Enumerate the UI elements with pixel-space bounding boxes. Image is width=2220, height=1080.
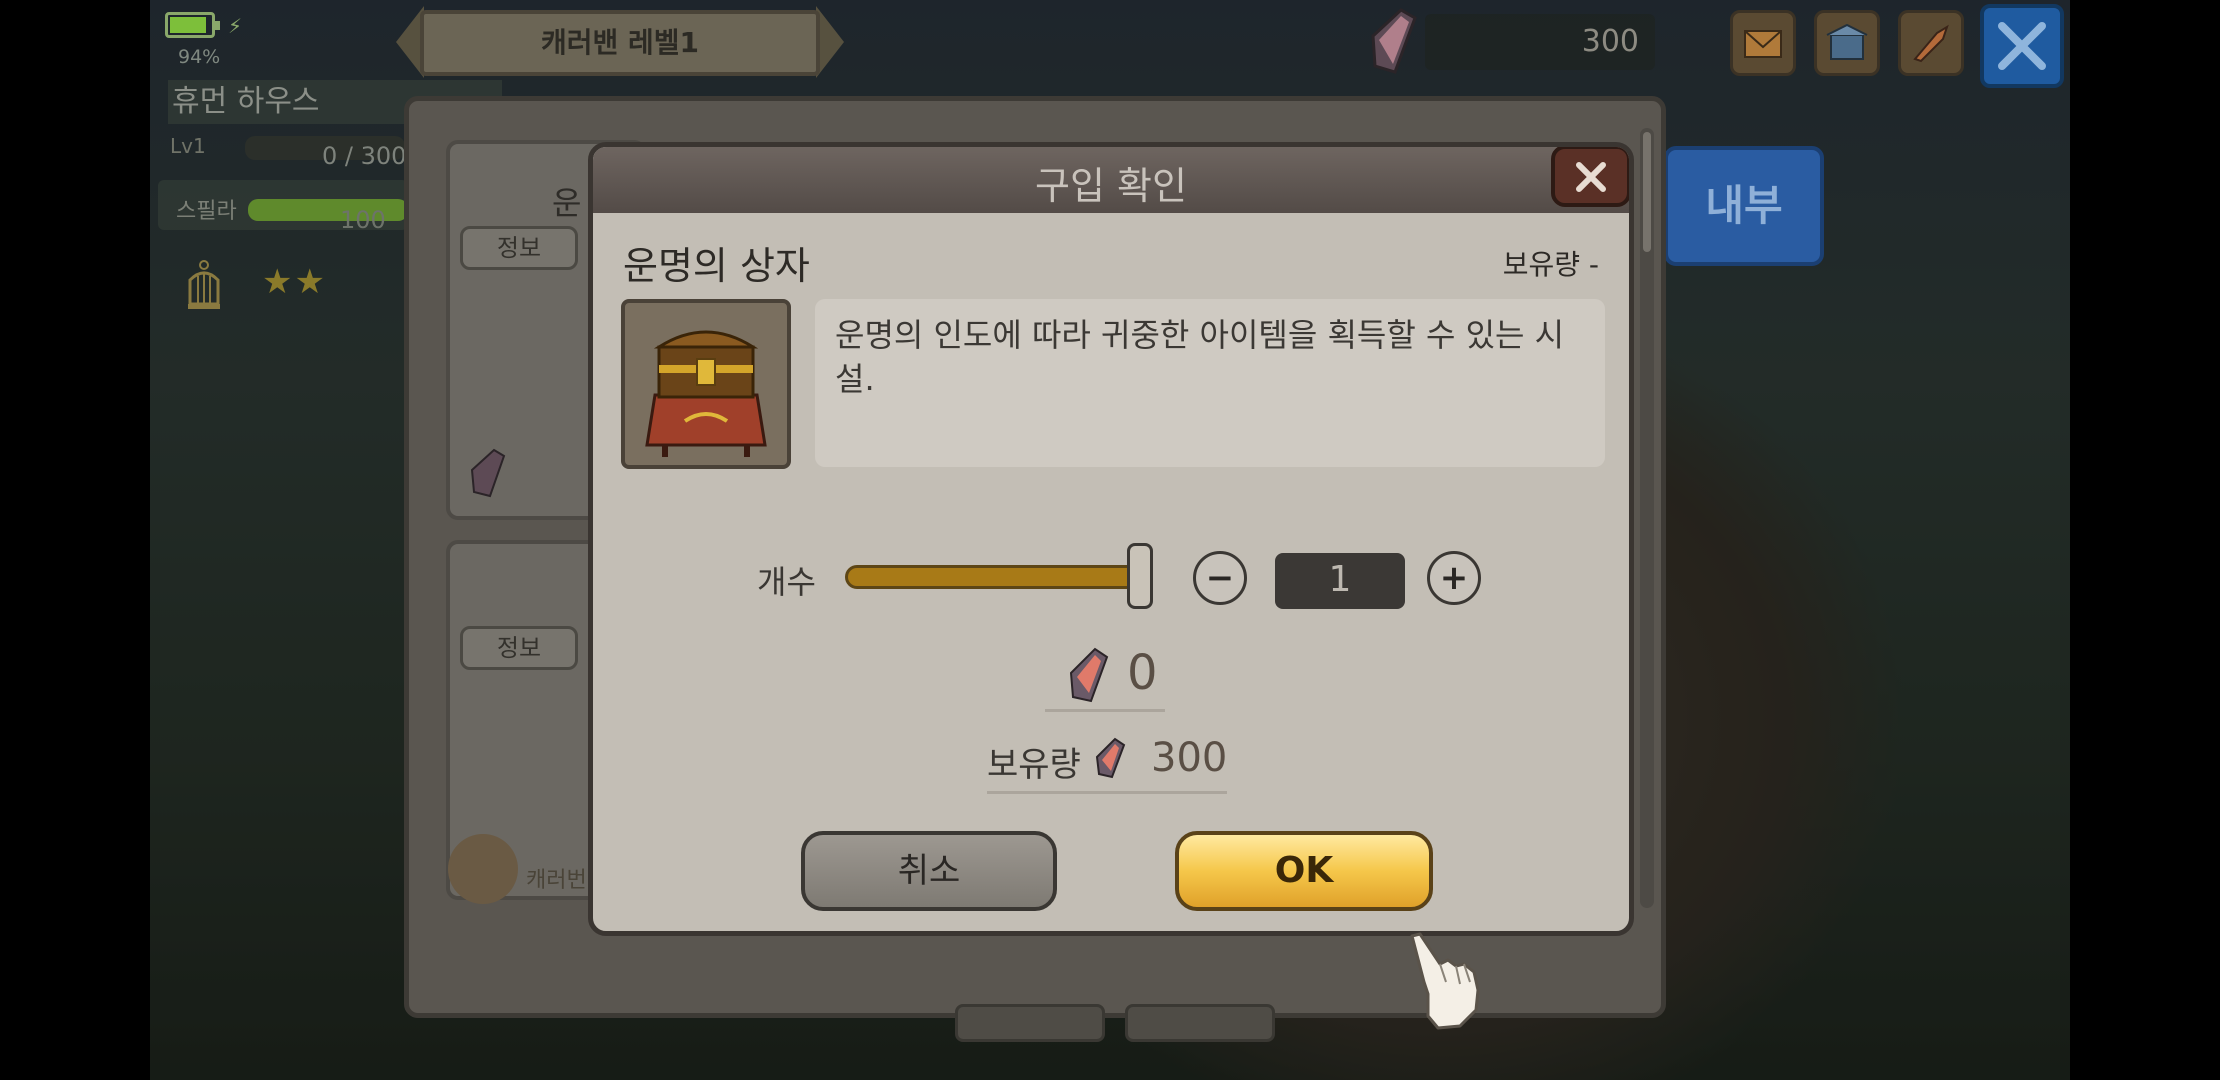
horn-button[interactable] bbox=[1898, 10, 1964, 76]
avatar bbox=[448, 834, 518, 904]
horn-icon bbox=[1913, 24, 1949, 63]
scrollbar[interactable] bbox=[1640, 128, 1654, 908]
stamina-value: 100 bbox=[340, 206, 386, 234]
purchase-confirm-dialog: 구입 확인 운명의 상자 보유량 - 운명의 인도에 따라 귀중한 아이템을 획… bbox=[588, 142, 1634, 936]
minus-icon: − bbox=[1205, 558, 1235, 598]
gem-icon bbox=[1371, 8, 1417, 74]
quantity-increase-button[interactable]: + bbox=[1427, 551, 1481, 605]
dialog-close-button[interactable] bbox=[1551, 147, 1629, 207]
quantity-slider[interactable] bbox=[845, 565, 1151, 589]
gem-icon bbox=[470, 448, 506, 498]
caravan-level-banner: 캐러밴 레벨1 bbox=[420, 10, 820, 76]
gem-icon bbox=[1095, 737, 1126, 779]
cancel-button[interactable]: 취소 bbox=[801, 831, 1057, 911]
owned-label: 보유량 bbox=[987, 745, 1081, 785]
battery-icon bbox=[165, 12, 220, 38]
level-progress: 0 / 300 bbox=[322, 142, 407, 170]
bottom-tab[interactable] bbox=[955, 1004, 1105, 1042]
star-rating: ★★ bbox=[262, 262, 327, 302]
quantity-slider-handle[interactable] bbox=[1127, 543, 1153, 609]
stamina-label: 스필라 bbox=[176, 199, 237, 224]
info-button[interactable]: 정보 bbox=[460, 226, 578, 270]
owned-value: 300 bbox=[1151, 735, 1228, 781]
level-label: Lv1 bbox=[170, 134, 206, 158]
close-screen-button[interactable] bbox=[1980, 4, 2064, 88]
close-icon bbox=[1998, 22, 2046, 70]
ok-button[interactable]: OK bbox=[1175, 831, 1433, 911]
close-icon bbox=[1576, 162, 1606, 192]
gem-icon bbox=[1069, 647, 1109, 703]
total-cost: 0 bbox=[1127, 645, 1158, 701]
owned-amount-top: 보유량 - bbox=[1502, 248, 1599, 281]
info-button[interactable]: 정보 bbox=[460, 626, 578, 670]
plus-icon: + bbox=[1439, 558, 1469, 598]
cage-icon bbox=[188, 260, 220, 309]
mail-icon bbox=[1744, 30, 1782, 58]
treasure-chest-icon bbox=[645, 330, 767, 457]
inner-view-button[interactable]: 내부 bbox=[1664, 146, 1824, 266]
bottom-tab[interactable] bbox=[1125, 1004, 1275, 1042]
item-image-frame bbox=[621, 299, 791, 469]
quantity-decrease-button[interactable]: − bbox=[1193, 551, 1247, 605]
bolt-icon: ⚡ bbox=[228, 14, 243, 38]
shop-card-caption: 캐러번 bbox=[526, 868, 587, 893]
divider bbox=[987, 791, 1227, 794]
battery-percent: 94% bbox=[178, 46, 221, 68]
shop-card-title: 운 bbox=[552, 184, 582, 222]
quantity-label: 개수 bbox=[757, 563, 816, 601]
item-description: 운명의 인도에 따라 귀중한 아이템을 획득할 수 있는 시설. bbox=[815, 299, 1605, 467]
currency-amount: 300 bbox=[1425, 14, 1655, 70]
pointer-hand-icon bbox=[1410, 932, 1480, 1030]
gift-box-button[interactable] bbox=[1814, 10, 1880, 76]
item-name: 운명의 상자 bbox=[623, 244, 810, 288]
box-icon bbox=[1826, 23, 1868, 60]
quantity-value[interactable]: 1 bbox=[1275, 553, 1405, 609]
dialog-title: 구입 확인 bbox=[1035, 164, 1187, 208]
divider bbox=[1045, 709, 1165, 712]
mail-button[interactable] bbox=[1730, 10, 1796, 76]
